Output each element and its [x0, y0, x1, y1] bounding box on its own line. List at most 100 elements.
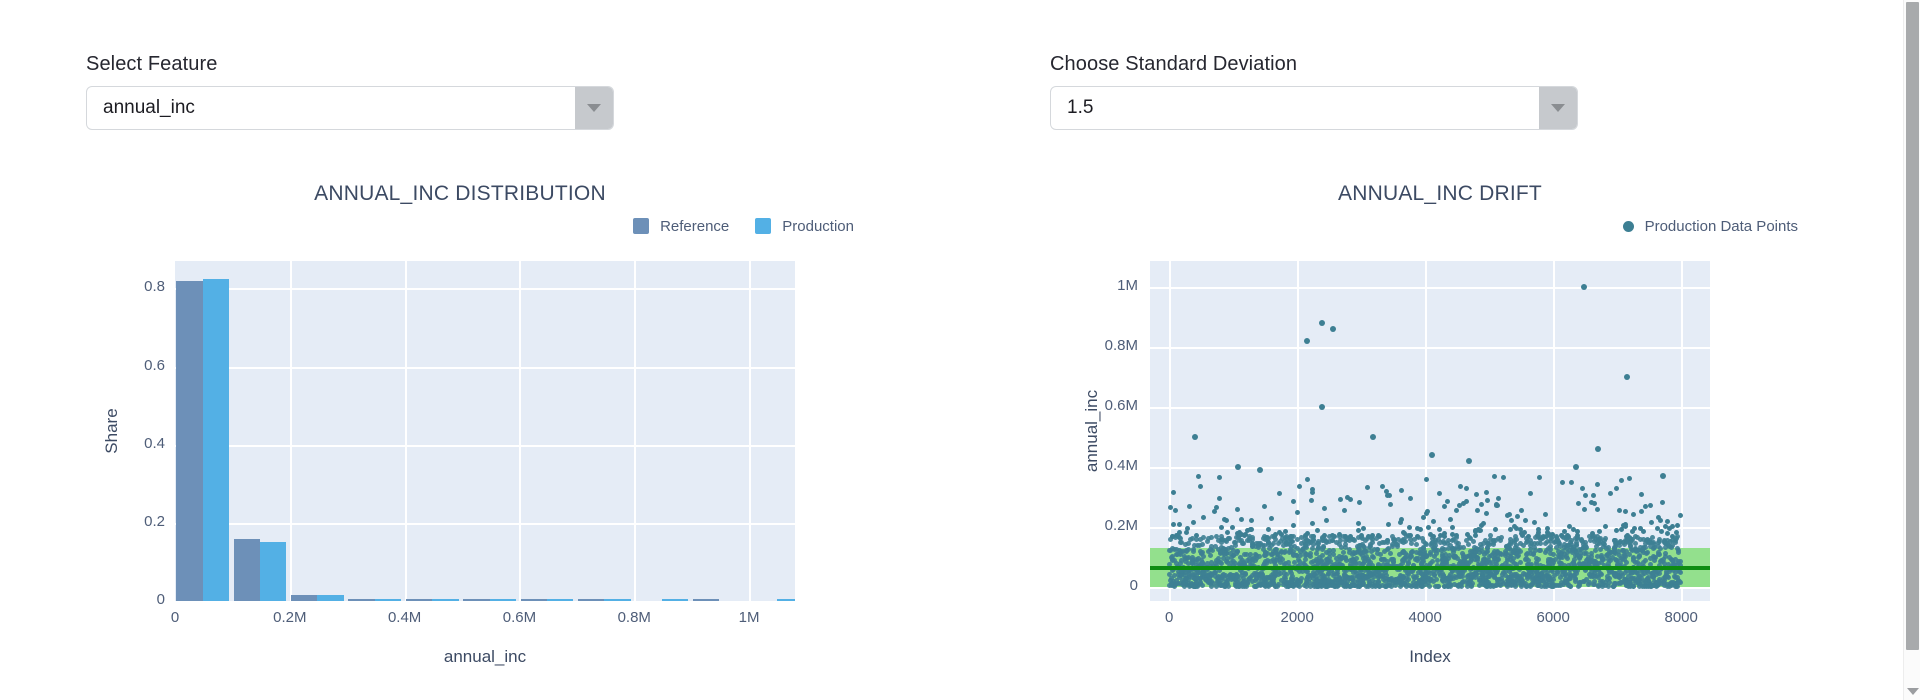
stddev-select-label: Choose Standard Deviation — [1050, 53, 1298, 75]
scatter-point — [1200, 553, 1206, 559]
scatter-point — [1292, 581, 1298, 587]
legend-item-production[interactable]: Production — [755, 218, 854, 235]
feature-select-label: Select Feature — [86, 53, 218, 75]
scatter-point — [1365, 485, 1371, 491]
gridline-horizontal — [175, 444, 795, 447]
scatter-point — [1420, 538, 1426, 544]
scatter-point — [1445, 498, 1451, 504]
scatter-point — [1609, 569, 1615, 575]
bar-production[interactable] — [432, 599, 459, 601]
stddev-select-dropdown-button[interactable] — [1539, 87, 1577, 129]
x-axis-tick-label: 0.2M — [273, 609, 307, 626]
scatter-point — [1484, 511, 1490, 517]
scatter-point — [1387, 502, 1393, 508]
scatter-point — [1389, 583, 1395, 589]
scatter-point — [1379, 556, 1385, 562]
scrollbar-thumb[interactable] — [1906, 2, 1919, 650]
scatter-point — [1536, 474, 1542, 480]
scatter-point — [1315, 527, 1321, 533]
feature-select-control: Select Feature annual_inc — [86, 52, 614, 130]
drift-x-axis-title: Index — [1409, 647, 1451, 666]
stddev-select-value: 1.5 — [1067, 97, 1094, 118]
bar-reference[interactable] — [692, 599, 720, 601]
scatter-point-outlier — [1303, 337, 1310, 344]
scatter-point — [1329, 538, 1335, 544]
x-axis-tick-label: 2000 — [1280, 609, 1314, 626]
bar-production[interactable] — [776, 599, 795, 601]
scatter-point-outlier — [1330, 325, 1337, 332]
bar-reference[interactable] — [520, 599, 547, 601]
scatter-point — [1420, 558, 1426, 564]
scatter-point-outlier — [1428, 452, 1435, 459]
scatter-point — [1582, 507, 1588, 513]
scatter-point — [1242, 570, 1248, 576]
vertical-scrollbar[interactable] — [1903, 0, 1920, 700]
legend-item-production-data-points[interactable]: Production Data Points — [1622, 217, 1798, 235]
legend-label-production: Production — [782, 217, 854, 235]
scatter-point — [1559, 479, 1565, 485]
scatter-point — [1362, 538, 1368, 544]
scatter-point — [1213, 505, 1219, 511]
scatter-point — [1449, 524, 1455, 530]
scatter-point — [1596, 529, 1602, 535]
bar-reference[interactable] — [405, 599, 433, 601]
bar-production[interactable] — [317, 594, 344, 601]
scatter-point — [1472, 533, 1478, 539]
scatter-point — [1357, 500, 1363, 506]
scatter-point — [1575, 501, 1581, 507]
feature-select-input[interactable]: annual_inc — [86, 86, 614, 130]
scatter-point — [1172, 508, 1178, 514]
scatter-point — [1268, 551, 1274, 557]
bar-production[interactable] — [661, 599, 689, 601]
scatter-point — [1233, 542, 1239, 548]
legend-label-production-data-points: Production Data Points — [1644, 217, 1798, 235]
scatter-point — [1528, 491, 1534, 497]
scatter-point — [1524, 583, 1530, 589]
scatter-point — [1291, 499, 1297, 505]
scatter-point — [1498, 576, 1504, 582]
feature-select-dropdown-button[interactable] — [575, 87, 613, 129]
scatter-point — [1555, 583, 1561, 589]
scatter-point — [1467, 552, 1473, 558]
bar-production[interactable] — [489, 599, 516, 601]
scatter-point — [1605, 556, 1611, 562]
scatter-point — [1617, 552, 1623, 558]
bar-production[interactable] — [202, 278, 229, 601]
scatter-point — [1438, 539, 1444, 545]
scatter-point — [1542, 512, 1548, 518]
bar-reference[interactable] — [463, 599, 490, 601]
bar-reference[interactable] — [290, 595, 318, 601]
bar-production[interactable] — [259, 541, 287, 601]
bar-production[interactable] — [604, 599, 631, 601]
scatter-point — [1653, 579, 1659, 585]
distribution-chart-title: ANNUAL_INC DISTRIBUTION — [314, 182, 606, 205]
scatter-point — [1436, 491, 1442, 497]
scatter-point — [1581, 550, 1587, 556]
bar-reference[interactable] — [578, 599, 605, 601]
scatter-point — [1594, 506, 1600, 512]
scatter-point — [1642, 504, 1648, 510]
scatter-point — [1389, 533, 1395, 539]
scatter-point — [1595, 481, 1601, 487]
y-axis-tick-label: 0.8M — [1104, 336, 1138, 354]
drift-y-axis-title: annual_inc — [1082, 389, 1101, 473]
scatter-point — [1238, 516, 1244, 522]
scatter-point — [1666, 543, 1672, 549]
chevron-down-icon[interactable] — [1907, 688, 1919, 695]
scatter-point — [1473, 491, 1479, 497]
x-axis-tick-label: 0 — [1165, 609, 1174, 626]
bar-reference[interactable] — [348, 599, 375, 601]
scatter-point — [1648, 502, 1654, 508]
scatter-point — [1268, 515, 1274, 521]
scatter-point — [1404, 571, 1410, 577]
scatter-point — [1598, 578, 1604, 584]
stddev-select-input[interactable]: 1.5 — [1050, 86, 1578, 130]
bar-production[interactable] — [374, 599, 402, 601]
bar-reference[interactable] — [233, 539, 260, 601]
legend-item-reference[interactable]: Reference — [633, 218, 729, 235]
scatter-point — [1508, 518, 1514, 524]
scatter-point — [1531, 519, 1537, 525]
bar-reference[interactable] — [176, 281, 203, 601]
scatter-point — [1560, 571, 1566, 577]
bar-production[interactable] — [547, 599, 574, 601]
